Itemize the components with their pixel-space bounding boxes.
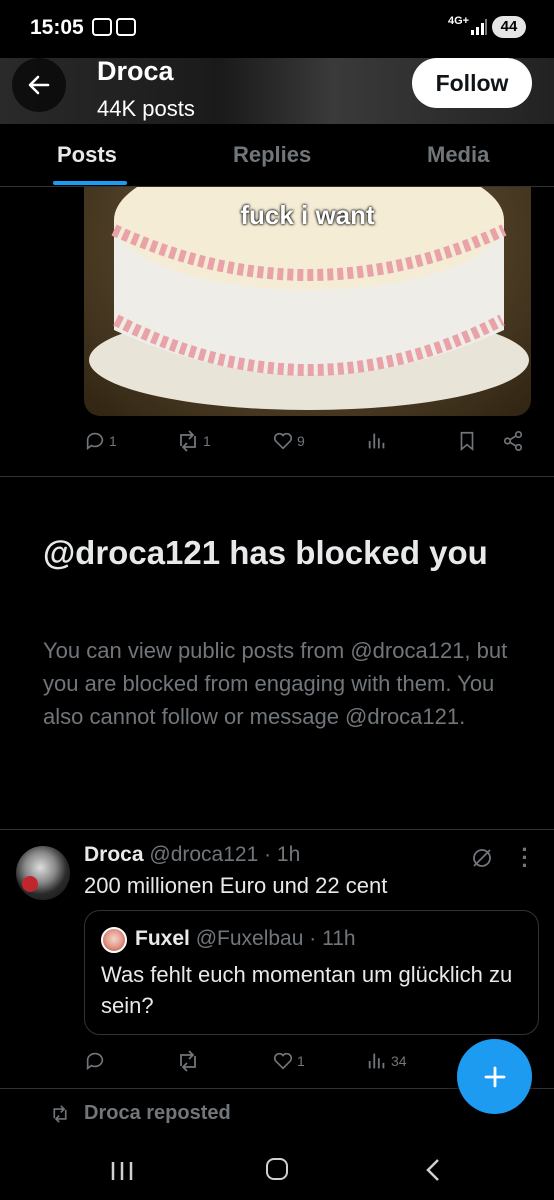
like-action[interactable]: 1 bbox=[272, 1050, 305, 1072]
views-icon bbox=[368, 1053, 385, 1069]
tab-media[interactable]: Media bbox=[427, 142, 489, 168]
screenshot-icon bbox=[92, 18, 112, 36]
views-icon bbox=[368, 433, 385, 449]
follow-button[interactable]: Follow bbox=[412, 58, 532, 108]
divider bbox=[0, 829, 554, 830]
reply-action[interactable] bbox=[84, 1050, 106, 1072]
profile-name: Droca bbox=[97, 56, 174, 86]
tab-posts[interactable]: Posts bbox=[57, 142, 117, 168]
reply-icon bbox=[86, 432, 104, 450]
reply-count: 1 bbox=[109, 433, 117, 449]
post-actions: 1 1 9 bbox=[84, 430, 534, 460]
reply-icon bbox=[86, 1052, 104, 1070]
image-caption: fuck i want bbox=[240, 200, 375, 230]
profile-tabs: Posts Replies Media bbox=[0, 124, 554, 187]
calendar-icon bbox=[116, 18, 136, 36]
back-icon[interactable] bbox=[424, 1158, 442, 1182]
like-count: 9 bbox=[297, 433, 305, 449]
tweet-handle-time: @droca121 · 1h bbox=[149, 843, 301, 866]
more-options-icon[interactable]: · · · bbox=[520, 839, 530, 877]
reply-action[interactable]: 1 bbox=[84, 430, 117, 452]
compose-button[interactable] bbox=[457, 1039, 532, 1114]
repost-icon bbox=[180, 430, 196, 452]
mute-conversation-icon[interactable] bbox=[470, 846, 494, 870]
quoted-tweet[interactable]: Fuxel @Fuxelbau · 11h Was fehlt euch mom… bbox=[84, 910, 539, 1035]
quote-text: Was fehlt euch momentan um glücklich zu … bbox=[101, 962, 513, 1018]
posts-count: 44K posts bbox=[97, 96, 195, 121]
divider bbox=[0, 476, 554, 477]
repost-action[interactable] bbox=[176, 1050, 200, 1072]
repost-icon bbox=[53, 1104, 67, 1123]
share-icon bbox=[503, 431, 523, 451]
tweet-header: Droca @droca121 · 1h bbox=[84, 843, 300, 867]
bookmark-icon bbox=[460, 431, 474, 452]
post-image[interactable]: fuck i want bbox=[84, 160, 531, 416]
status-bar: 15:05 4G+ 44 bbox=[0, 0, 554, 58]
quote-header: Fuxel @Fuxelbau · 11h bbox=[135, 927, 356, 951]
views-action[interactable]: 34 bbox=[366, 1050, 407, 1072]
recent-apps-icon[interactable] bbox=[110, 1160, 134, 1182]
quote-handle-time: @Fuxelbau · 11h bbox=[195, 927, 356, 950]
repost-action[interactable]: 1 bbox=[176, 430, 211, 452]
back-button[interactable] bbox=[12, 58, 66, 112]
quote-author-name: Fuxel bbox=[135, 927, 190, 950]
back-arrow-icon bbox=[28, 75, 50, 95]
like-count: 1 bbox=[297, 1053, 305, 1069]
like-action[interactable]: 9 bbox=[272, 430, 305, 452]
tweet-text: 200 millionen Euro und 22 cent bbox=[84, 873, 388, 898]
share-action[interactable] bbox=[502, 430, 524, 452]
heart-icon bbox=[273, 1052, 293, 1070]
network-type: 4G+ bbox=[448, 15, 470, 27]
block-notice-title: @droca121 has blocked you bbox=[43, 534, 488, 571]
home-icon[interactable] bbox=[266, 1158, 288, 1180]
repost-indicator-text: Droca reposted bbox=[84, 1102, 231, 1124]
bookmark-action[interactable] bbox=[456, 430, 478, 452]
cake-illustration bbox=[89, 160, 529, 410]
signal-icon bbox=[471, 19, 487, 35]
repost-icon bbox=[180, 1050, 196, 1072]
active-tab-indicator bbox=[53, 181, 127, 185]
system-nav-bar bbox=[0, 1140, 554, 1200]
battery-indicator: 44 bbox=[492, 16, 526, 38]
block-notice-body: You can view public posts from @droca121… bbox=[43, 638, 508, 729]
status-time: 15:05 bbox=[30, 16, 84, 39]
views-action[interactable] bbox=[366, 430, 388, 452]
plus-icon bbox=[484, 1066, 505, 1087]
avatar bbox=[101, 927, 127, 953]
repost-count: 1 bbox=[203, 433, 211, 449]
avatar[interactable] bbox=[16, 846, 70, 900]
tweet-author-name[interactable]: Droca bbox=[84, 843, 144, 866]
tab-replies[interactable]: Replies bbox=[233, 142, 311, 168]
view-count: 34 bbox=[391, 1053, 407, 1069]
repost-indicator[interactable]: Droca reposted bbox=[50, 1102, 231, 1125]
heart-icon bbox=[273, 432, 293, 450]
